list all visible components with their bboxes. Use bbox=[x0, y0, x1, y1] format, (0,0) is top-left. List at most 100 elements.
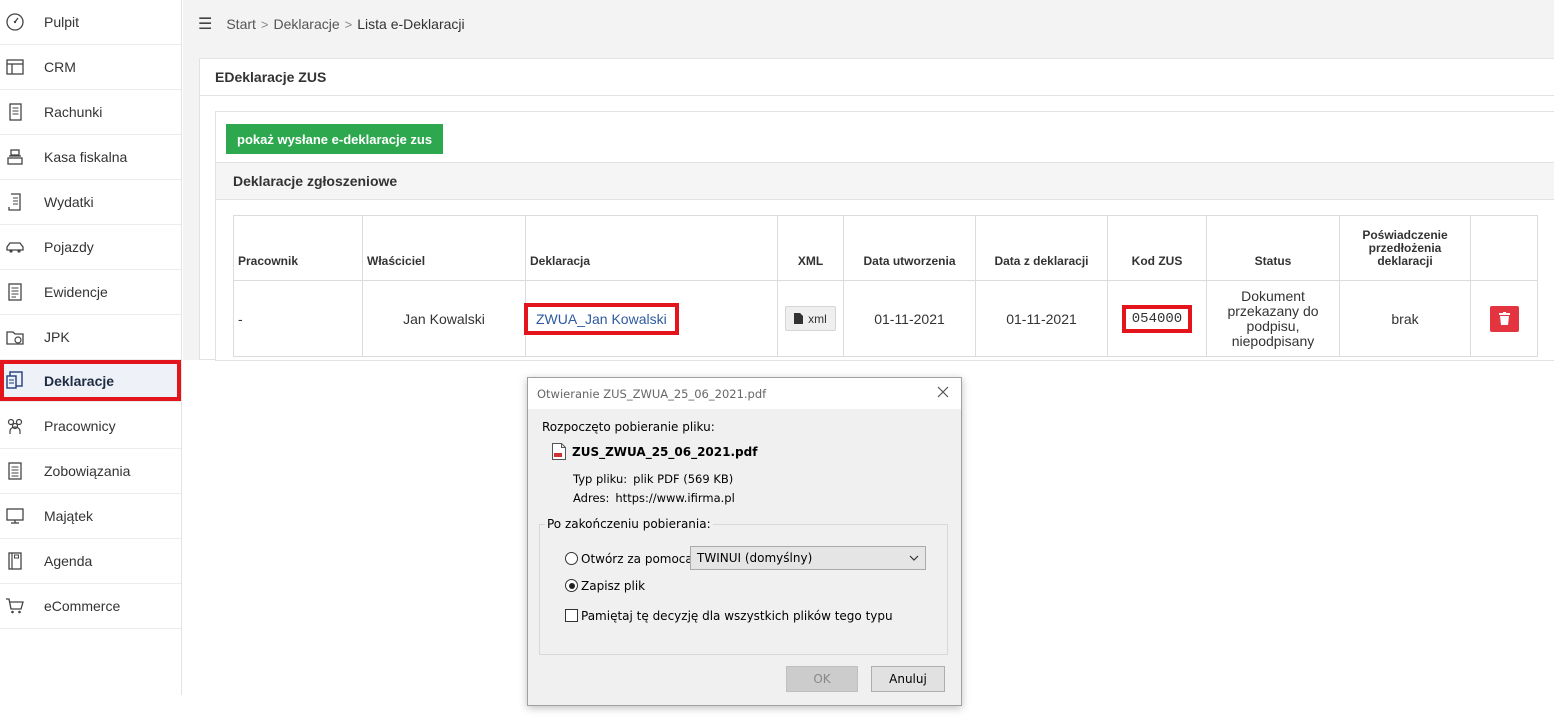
open-with-select[interactable]: TWINUI (domyślny) bbox=[690, 546, 926, 570]
open-with-radio[interactable] bbox=[565, 552, 578, 565]
sidebar-item-pulpit[interactable]: Pulpit bbox=[0, 0, 181, 45]
crm-icon bbox=[6, 59, 24, 75]
sidebar-item-label: Deklaracje bbox=[44, 372, 115, 389]
show-sent-declarations-button[interactable]: pokaż wysłane e-deklaracje zus bbox=[226, 124, 444, 154]
page-title: EDeklaracje ZUS bbox=[215, 69, 327, 85]
file-address-label: Adres: bbox=[573, 491, 610, 505]
delete-button[interactable] bbox=[1489, 305, 1519, 332]
download-dialog: Otwieranie ZUS_ZWUA_25_06_2021.pdf Rozpo… bbox=[527, 377, 962, 706]
file-icon bbox=[794, 313, 804, 324]
col-header-declaration: Deklaracja bbox=[525, 215, 778, 281]
dialog-title: Otwieranie ZUS_ZWUA_25_06_2021.pdf bbox=[537, 387, 767, 401]
breadcrumb-deklaracje[interactable]: Deklaracje bbox=[274, 16, 340, 32]
sidebar-item-label: Kasa fiskalna bbox=[44, 149, 128, 165]
col-header-certificate: Poświadczenie przedłożenia deklaracji bbox=[1339, 215, 1471, 281]
sidebar-item-jpk[interactable]: JPK bbox=[0, 315, 181, 360]
agenda-icon bbox=[8, 552, 22, 570]
sidebar-item-label: Pojazdy bbox=[44, 239, 94, 255]
cell-actions bbox=[1470, 280, 1538, 357]
zus-code-value: 054000 bbox=[1121, 304, 1193, 333]
sidebar-item-label: Zobowiązania bbox=[44, 463, 131, 479]
col-header-actions bbox=[1470, 215, 1538, 281]
table-row: - Jan Kowalski ZWUA_Jan Kowalski xml 01-… bbox=[233, 280, 1538, 357]
file-type-label: Typ pliku: bbox=[573, 472, 628, 486]
sidebar-item-rachunki[interactable]: Rachunki bbox=[0, 90, 181, 135]
col-header-zus-code: Kod ZUS bbox=[1107, 215, 1207, 281]
cancel-button[interactable]: Anuluj bbox=[871, 666, 945, 692]
sidebar-item-label: Wydatki bbox=[44, 194, 94, 210]
breadcrumb-start[interactable]: Start bbox=[226, 16, 256, 32]
remember-decision-label[interactable]: Pamiętaj tę decyzję dla wszystkich plikó… bbox=[581, 609, 893, 623]
jpk-icon bbox=[6, 331, 24, 345]
sidebar-item-majatek[interactable]: Majątek bbox=[0, 494, 181, 539]
breadcrumb-separator-icon: > bbox=[344, 16, 353, 32]
cell-decl-date: 01-11-2021 bbox=[975, 280, 1108, 357]
sidebar-item-agenda[interactable]: Agenda bbox=[0, 539, 181, 584]
xml-download-button[interactable]: xml bbox=[785, 306, 836, 331]
file-type-value: plik PDF (569 KB) bbox=[633, 472, 734, 486]
trash-icon bbox=[1498, 312, 1510, 325]
expenses-icon bbox=[8, 193, 21, 211]
table-header-row: Pracownik Właściciel Deklaracja XML Data… bbox=[233, 215, 1538, 281]
file-address-value: https://www.ifirma.pl bbox=[615, 491, 735, 505]
assets-icon bbox=[6, 508, 24, 524]
cell-employee: - bbox=[233, 280, 363, 357]
sidebar-item-ecommerce[interactable]: eCommerce bbox=[0, 584, 181, 629]
dialog-titlebar: Otwieranie ZUS_ZWUA_25_06_2021.pdf bbox=[528, 378, 961, 409]
chevron-down-icon bbox=[909, 555, 919, 561]
dialog-filename: ZUS_ZWUA_25_06_2021.pdf bbox=[572, 445, 758, 459]
cell-status: Dokument przekazany do podpisu, niepodpi… bbox=[1206, 280, 1340, 357]
sidebar-item-crm[interactable]: CRM bbox=[0, 45, 181, 90]
declarations-icon bbox=[6, 371, 23, 389]
hamburger-menu-icon[interactable]: ☰ bbox=[198, 14, 212, 34]
dashboard-icon bbox=[6, 13, 24, 31]
close-icon[interactable] bbox=[935, 384, 951, 400]
cell-declaration: ZWUA_Jan Kowalski bbox=[524, 280, 778, 357]
sidebar-item-pracownicy[interactable]: Pracownicy bbox=[0, 404, 181, 449]
sidebar-item-ewidencje[interactable]: Ewidencje bbox=[0, 270, 181, 315]
sidebar-item-deklaracje[interactable]: Deklaracje bbox=[0, 360, 181, 402]
sidebar: Pulpit CRM Rachunki Kasa fiskalna Wydatk… bbox=[0, 0, 182, 695]
records-icon bbox=[8, 283, 22, 301]
cell-created: 01-11-2021 bbox=[843, 280, 976, 357]
remember-decision-checkbox[interactable] bbox=[565, 609, 578, 622]
save-file-label[interactable]: Zapisz plik bbox=[581, 579, 645, 593]
cell-zus-code: 054000 bbox=[1107, 280, 1207, 357]
sidebar-item-label: Agenda bbox=[44, 553, 93, 569]
save-file-radio[interactable] bbox=[565, 579, 578, 592]
sidebar-item-wydatki[interactable]: Wydatki bbox=[0, 180, 181, 225]
invoice-icon bbox=[9, 103, 22, 121]
divider bbox=[200, 95, 1554, 96]
breadcrumb-separator-icon: > bbox=[260, 16, 269, 32]
breadcrumb-bar: ☰ Start > Deklaracje > Lista e-Deklaracj… bbox=[183, 0, 1554, 48]
declaration-link[interactable]: ZWUA_Jan Kowalski bbox=[524, 302, 679, 335]
cash-register-icon bbox=[7, 149, 23, 165]
sidebar-item-pojazdy[interactable]: Pojazdy bbox=[0, 225, 181, 270]
open-with-label[interactable]: Otwórz za pomocą bbox=[581, 552, 693, 566]
cell-xml: xml bbox=[777, 280, 844, 357]
file-type-row: Typ pliku: plik PDF (569 KB) bbox=[573, 472, 733, 486]
sidebar-item-label: Ewidencje bbox=[44, 284, 108, 300]
car-icon bbox=[6, 242, 24, 253]
col-header-decl-date: Data z deklaracji bbox=[975, 215, 1108, 281]
col-header-owner: Właściciel bbox=[362, 215, 526, 281]
sidebar-item-zobowiazania[interactable]: Zobowiązania bbox=[0, 449, 181, 494]
liabilities-icon bbox=[8, 462, 22, 480]
declarations-table: Pracownik Właściciel Deklaracja XML Data… bbox=[233, 215, 1538, 357]
col-header-status: Status bbox=[1206, 215, 1340, 281]
section-header: Deklaracje zgłoszeniowe bbox=[216, 162, 1554, 200]
sidebar-item-label: eCommerce bbox=[44, 598, 121, 614]
sidebar-item-label: Majątek bbox=[44, 508, 94, 524]
ok-button[interactable]: OK bbox=[786, 666, 858, 692]
file-address-row: Adres: https://www.ifirma.pl bbox=[573, 491, 735, 505]
col-header-created: Data utworzenia bbox=[843, 215, 976, 281]
sidebar-item-label: Pracownicy bbox=[44, 418, 116, 434]
xml-button-label: xml bbox=[808, 311, 827, 326]
cart-icon bbox=[6, 598, 24, 614]
breadcrumb-current: Lista e-Deklaracji bbox=[357, 16, 465, 32]
dialog-heading: Rozpoczęto pobieranie pliku: bbox=[542, 420, 715, 434]
employees-icon bbox=[7, 418, 23, 434]
sidebar-item-kasa-fiskalna[interactable]: Kasa fiskalna bbox=[0, 135, 181, 180]
sidebar-item-label: CRM bbox=[44, 59, 76, 75]
open-with-select-value: TWINUI (domyślny) bbox=[697, 551, 813, 565]
